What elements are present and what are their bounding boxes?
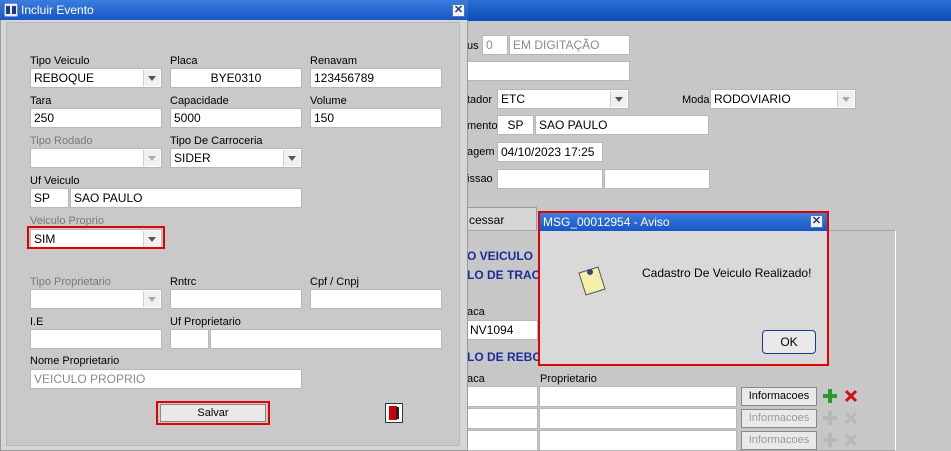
reboque-placa-2[interactable]	[466, 408, 538, 429]
ie-label: I.E	[30, 316, 44, 328]
reboque-prop-3[interactable]	[539, 430, 737, 451]
uf-veiculo-name-input[interactable]: SAO PAULO	[70, 188, 302, 208]
message-text: Cadastro De Veiculo Realizado!	[642, 266, 812, 280]
chevron-down-icon[interactable]	[610, 91, 627, 107]
tab-label: cessar	[469, 213, 505, 227]
issao-label: issao	[467, 173, 493, 185]
tara-input[interactable]: 250	[30, 108, 162, 128]
capacidade-label: Capacidade	[170, 95, 229, 107]
save-button-highlight	[156, 401, 270, 425]
placa-tracao-field[interactable]: NV1094	[466, 320, 538, 340]
dialog-title: Incluir Evento	[21, 3, 94, 17]
status-text-field: EM DIGITAÇÃO	[509, 35, 630, 55]
message-title: MSG_00012954 - Aviso	[543, 215, 670, 229]
uf-proprietario-name-input[interactable]	[210, 329, 442, 349]
chevron-down-icon[interactable]	[283, 150, 300, 166]
message-dialog: MSG_00012954 - Aviso ✕ Cadastro De Veicu…	[538, 211, 829, 366]
tador-label: tador	[467, 94, 493, 106]
informacoes-button-1[interactable]: Informacoes	[741, 387, 817, 406]
cpf-cnpj-label: Cpf / Cnpj	[310, 276, 359, 288]
app-icon	[4, 3, 18, 17]
uf-proprietario-label: Uf Proprietario	[170, 316, 241, 328]
delete-icon[interactable]	[843, 410, 859, 426]
agem-field[interactable]: 04/10/2023 17:25	[497, 142, 603, 162]
cpf-cnpj-input[interactable]	[310, 289, 442, 309]
add-icon[interactable]	[822, 388, 838, 404]
chevron-down-icon[interactable]	[143, 70, 160, 86]
informacoes-button-2[interactable]: Informacoes	[741, 409, 817, 428]
reboque-prop-2[interactable]	[539, 408, 737, 429]
dialog-titlebar: Incluir Evento ✕	[0, 0, 468, 20]
chevron-down-icon[interactable]	[143, 150, 160, 166]
ie-input[interactable]	[30, 329, 162, 349]
uf-veiculo-code-input[interactable]: SP	[30, 188, 69, 208]
tipo-veiculo-label: Tipo Veiculo	[30, 55, 90, 67]
uf-proprietario-code-input[interactable]	[170, 329, 209, 349]
background-field-2[interactable]	[466, 61, 630, 81]
informacoes-button-3[interactable]: Informacoes	[741, 431, 817, 450]
reboque-placa-1[interactable]	[466, 386, 538, 407]
tipo-carroceria-value: SIDER	[174, 151, 211, 165]
nome-proprietario-label: Nome Proprietario	[30, 355, 120, 367]
close-icon[interactable]: ✕	[452, 4, 465, 17]
section-traca: LO DE TRACA	[467, 268, 549, 282]
volume-label: Volume	[310, 95, 347, 107]
reboque-prop-1[interactable]	[539, 386, 737, 407]
placa-input[interactable]: BYE0310	[170, 68, 302, 88]
tara-label: Tara	[30, 95, 52, 107]
nome-proprietario-input[interactable]: VEICULO PROPRIO	[30, 369, 302, 389]
agem-label: agem	[467, 146, 495, 158]
mento-name-field[interactable]: SAO PAULO	[535, 115, 709, 135]
modal-combo[interactable]: RODOVIARIO	[710, 89, 856, 109]
tipo-rodado-label: Tipo Rodado	[30, 135, 93, 147]
ok-button[interactable]: OK	[762, 330, 816, 354]
issao-field-2[interactable]	[604, 169, 710, 189]
note-icon	[578, 266, 606, 296]
add-icon[interactable]	[822, 432, 838, 448]
delete-icon[interactable]	[843, 388, 859, 404]
section-veiculo: O VEICULO	[467, 249, 534, 263]
veiculo-proprio-highlight	[27, 226, 165, 249]
mento-label: mento	[467, 120, 498, 132]
tipo-carroceria-label: Tipo De Carroceria	[170, 135, 263, 147]
exit-door-icon[interactable]	[385, 403, 403, 423]
renavam-input[interactable]: 123456789	[310, 68, 442, 88]
volume-input[interactable]: 150	[310, 108, 442, 128]
delete-icon[interactable]	[843, 432, 859, 448]
modal-label: Modal	[682, 94, 712, 106]
placa-label: Placa	[170, 55, 198, 67]
mento-uf-field[interactable]: SP	[497, 115, 534, 135]
rntrc-label: Rntrc	[170, 276, 197, 288]
chevron-down-icon[interactable]	[837, 91, 854, 107]
tador-value: ETC	[501, 92, 525, 106]
tipo-veiculo-select[interactable]: REBOQUE	[30, 68, 162, 88]
background-titlebar	[466, 0, 951, 21]
status-code-field: 0	[482, 35, 508, 55]
add-icon[interactable]	[822, 410, 838, 426]
uf-veiculo-label: Uf Veiculo	[30, 175, 80, 187]
reboque-placa-3[interactable]	[466, 430, 538, 451]
capacidade-input[interactable]: 5000	[170, 108, 302, 128]
proprietario-label: Proprietario	[540, 373, 597, 385]
chevron-down-icon[interactable]	[143, 291, 160, 307]
message-titlebar: MSG_00012954 - Aviso ✕	[540, 213, 827, 231]
tipo-proprietario-label: Tipo Proprietario	[30, 276, 111, 288]
tador-combo[interactable]: ETC	[497, 89, 629, 109]
close-icon[interactable]: ✕	[810, 215, 823, 228]
tipo-veiculo-value: REBOQUE	[34, 71, 95, 85]
issao-field-1[interactable]	[497, 169, 603, 189]
aca2-label: aca	[467, 373, 485, 385]
renavam-label: Renavam	[310, 55, 358, 67]
status-label: us	[467, 40, 479, 52]
tipo-carroceria-select[interactable]: SIDER	[170, 148, 302, 168]
aca-label: aca	[467, 306, 485, 318]
modal-value: RODOVIARIO	[714, 92, 791, 106]
rntrc-input[interactable]	[170, 289, 302, 309]
tipo-rodado-select[interactable]	[30, 148, 162, 168]
tipo-proprietario-select[interactable]	[30, 289, 162, 309]
